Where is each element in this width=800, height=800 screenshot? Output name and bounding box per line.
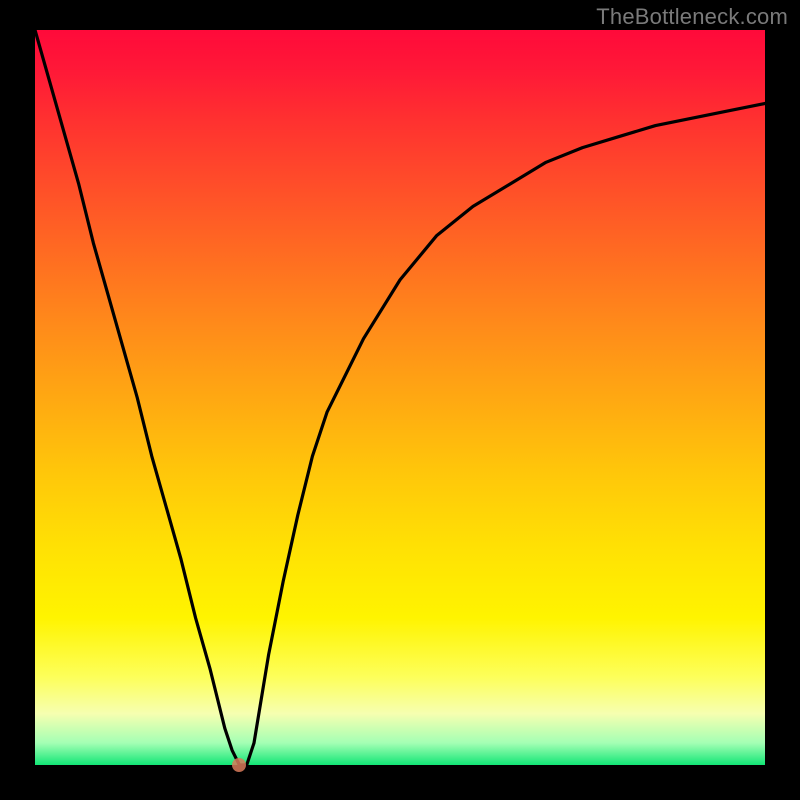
chart-frame: TheBottleneck.com bbox=[0, 0, 800, 800]
bottleneck-curve bbox=[35, 30, 765, 765]
curve-path bbox=[35, 30, 765, 765]
minimum-marker bbox=[232, 758, 246, 772]
plot-area bbox=[35, 30, 765, 765]
watermark-text: TheBottleneck.com bbox=[596, 4, 788, 30]
